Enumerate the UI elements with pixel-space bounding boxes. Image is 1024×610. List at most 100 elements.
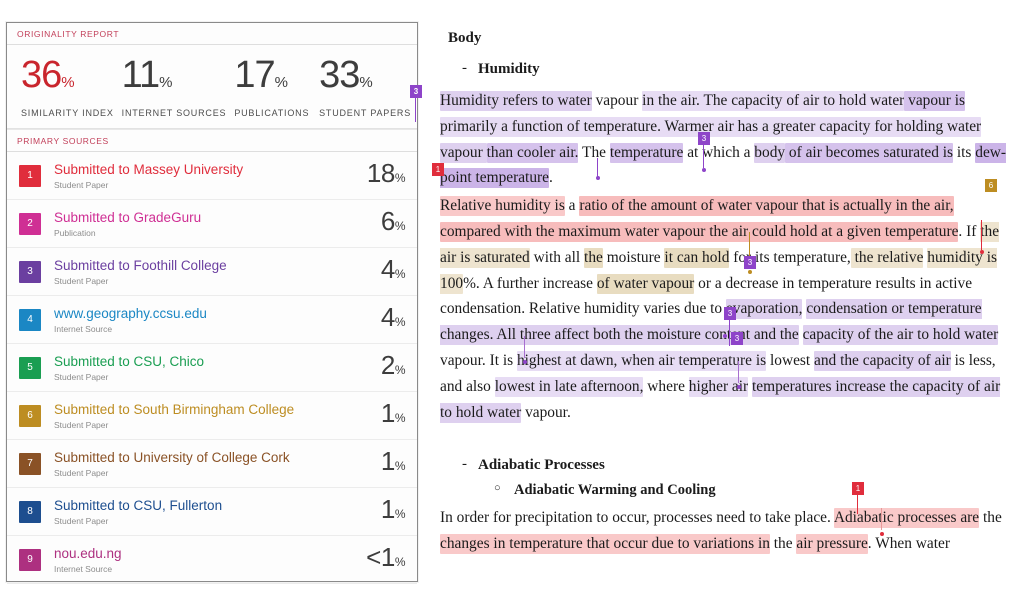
hl-ad-b: Adiabatic processes are <box>834 508 979 528</box>
hl-h1-i: temperature <box>610 143 684 163</box>
source-rank-badge: 1 <box>19 165 41 187</box>
paragraph-humidity-2: Relative humidity is a ratio of the amou… <box>440 193 1014 425</box>
source-percent-value: 6 <box>381 206 395 236</box>
source-marker-3-rank: 3 <box>414 87 418 96</box>
decrease-stem <box>749 232 750 256</box>
source-marker-1-dewpoint[interactable]: 1 <box>432 163 444 176</box>
txt-ad-c: the <box>983 509 1002 526</box>
txt-h2-n: %. A further increase <box>463 275 597 292</box>
source-marker-3-dewpoint-end <box>592 145 604 158</box>
source-row-5[interactable]: 5Submitted to CSU, ChicoStudent Paper2% <box>7 344 417 392</box>
source-percent-value: 1 <box>381 446 395 476</box>
source-rank-badge: 2 <box>19 213 41 235</box>
source-percent-value: 1 <box>381 494 395 524</box>
source-info: Submitted to GradeGuru Publication <box>54 210 345 238</box>
source-title-link[interactable]: Submitted to Massey University <box>54 162 345 178</box>
hl-h1-g: than cooler air. <box>487 143 579 163</box>
source-type-label: Publication <box>54 228 345 238</box>
source-percent-unit: % <box>395 219 405 233</box>
source-row-7[interactable]: 7Submitted to University of College Cork… <box>7 440 417 488</box>
source-title-link[interactable]: Submitted to CSU, Chico <box>54 354 345 370</box>
txt-h1-j: at which a <box>683 144 754 161</box>
doc-heading-adiabatic-warming-label: Adiabatic Warming and Cooling <box>514 482 716 498</box>
hl-ad-d: changes in temperature that occur due to… <box>440 534 770 554</box>
primary-sources-header: PRIMARY SOURCES <box>7 129 417 152</box>
doc-heading-humidity: - Humidity 3 <box>440 61 1014 78</box>
source-row-6[interactable]: 6Submitted to South Birmingham CollegeSt… <box>7 392 417 440</box>
source-title-link[interactable]: Submitted to GradeGuru <box>54 210 345 226</box>
originality-report-header: ORIGINALITY REPORT <box>7 23 417 45</box>
source-marker-3[interactable]: 3 <box>410 85 422 98</box>
stem-airpressure <box>876 508 888 521</box>
source-title-link[interactable]: Submitted to South Birmingham College <box>54 402 345 418</box>
dewpoint-dot <box>596 176 600 180</box>
source-marker-3-allthree[interactable]: 3 <box>724 307 736 320</box>
stem-lateafternoon <box>733 361 745 374</box>
source-info: Submitted to Foothill College Student Pap… <box>54 258 345 286</box>
source-row-4[interactable]: 4www.geography.ccsu.eduInternet Source4% <box>7 296 417 344</box>
source-marker-3-highest[interactable]: 3 <box>731 332 743 345</box>
txt-h2-b: a <box>565 197 580 214</box>
score-student-papers: 33% STUDENT PAPERS <box>311 57 411 118</box>
source-percent: 1% <box>345 448 405 479</box>
source-marker-3-inline[interactable]: 3 <box>698 132 710 145</box>
source-marker-3-decrease[interactable]: 3 <box>744 256 756 269</box>
internet-sources-value: 11% <box>122 57 227 101</box>
hl-h1-l: of air becomes saturated is <box>785 143 953 163</box>
bullet-dash-icon: - <box>462 60 467 77</box>
source-percent: 18% <box>345 160 405 191</box>
source-percent: 4% <box>345 304 405 335</box>
student-papers-label: STUDENT PAPERS <box>319 108 411 118</box>
hl-h2-u: capacity of the air to hold water <box>803 325 999 345</box>
capofair-dot <box>523 360 527 364</box>
source-type-label: Student Paper <box>54 180 345 190</box>
hl-h1-f: vapour <box>440 143 487 163</box>
source-row-2[interactable]: 2 Submitted to GradeGuru Publication 6% <box>7 200 417 248</box>
source-row-3[interactable]: 3 Submitted to Foothill College Student Pa… <box>7 248 417 296</box>
similarity-index-unit: % <box>61 74 74 91</box>
source-percent-value: 4 <box>381 254 395 284</box>
source-title-link[interactable]: nou.edu.ng <box>54 546 345 562</box>
source-type-label: Student Paper <box>54 516 345 526</box>
source-title-link[interactable]: Submitted to CSU, Fullerton <box>54 498 345 514</box>
source-marker-1-dewpoint-rank: 1 <box>436 157 440 183</box>
sources-list-footer <box>7 584 417 610</box>
doc-heading-humidity-label: Humidity <box>478 61 540 77</box>
lateafternoon-dot <box>737 385 741 389</box>
lateafternoon-stem <box>738 361 739 383</box>
document-viewer[interactable]: Body - Humidity 3 Humidity refers to wat… <box>440 20 1014 590</box>
source-title-link[interactable]: Submitted to Foothill College <box>54 258 345 274</box>
source-percent: <1% <box>345 544 405 575</box>
source-row-9[interactable]: 9nou.edu.ngInternet Source<1% <box>7 536 417 584</box>
source-rank-badge: 4 <box>19 309 41 331</box>
source-info: Submitted to CSU, Fullerton Student Paper <box>54 498 345 526</box>
temperature-dot <box>980 250 984 254</box>
source-percent-value: 18 <box>367 158 395 188</box>
source-percent-unit: % <box>395 363 405 377</box>
source-title-link[interactable]: Submitted to University of College Cork <box>54 450 345 466</box>
source-row-8[interactable]: 8 Submitted to CSU, Fullerton Student Pape… <box>7 488 417 536</box>
source-percent-unit: % <box>395 555 405 569</box>
txt-h2-p: or a decrease in <box>694 275 794 292</box>
source-rank-badge: 3 <box>19 261 41 283</box>
student-papers-unit: % <box>359 74 372 91</box>
highest-dot <box>723 334 727 338</box>
source-type-label: Student Paper <box>54 468 345 478</box>
source-marker-6-temperature[interactable]: 6 <box>985 179 997 192</box>
score-internet-sources: 11% INTERNET SOURCES <box>114 57 227 118</box>
source-type-label: Student Paper <box>54 372 345 382</box>
txt-h1-b: vapour <box>592 92 642 109</box>
source-title-link[interactable]: www.geography.ccsu.edu <box>54 306 345 322</box>
source-marker-1-adiabatic[interactable]: 1 <box>852 482 864 495</box>
source-type-label: Student Paper <box>54 276 345 286</box>
source-rank-badge: 9 <box>19 549 41 571</box>
source-percent-unit: % <box>395 459 405 473</box>
txt-h2-ab: where <box>643 378 688 395</box>
txt-ad-g: . When water <box>868 535 950 552</box>
source-rank-badge: 8 <box>19 501 41 523</box>
source-row-1[interactable]: 1 Submitted to Massey University Student P… <box>7 152 417 200</box>
source-info: Submitted to Massey University Student Pa… <box>54 162 345 190</box>
txt-ad-e: the <box>770 535 797 552</box>
similarity-index-label: SIMILARITY INDEX <box>21 108 114 118</box>
txt-h2-g: with all <box>530 249 584 266</box>
